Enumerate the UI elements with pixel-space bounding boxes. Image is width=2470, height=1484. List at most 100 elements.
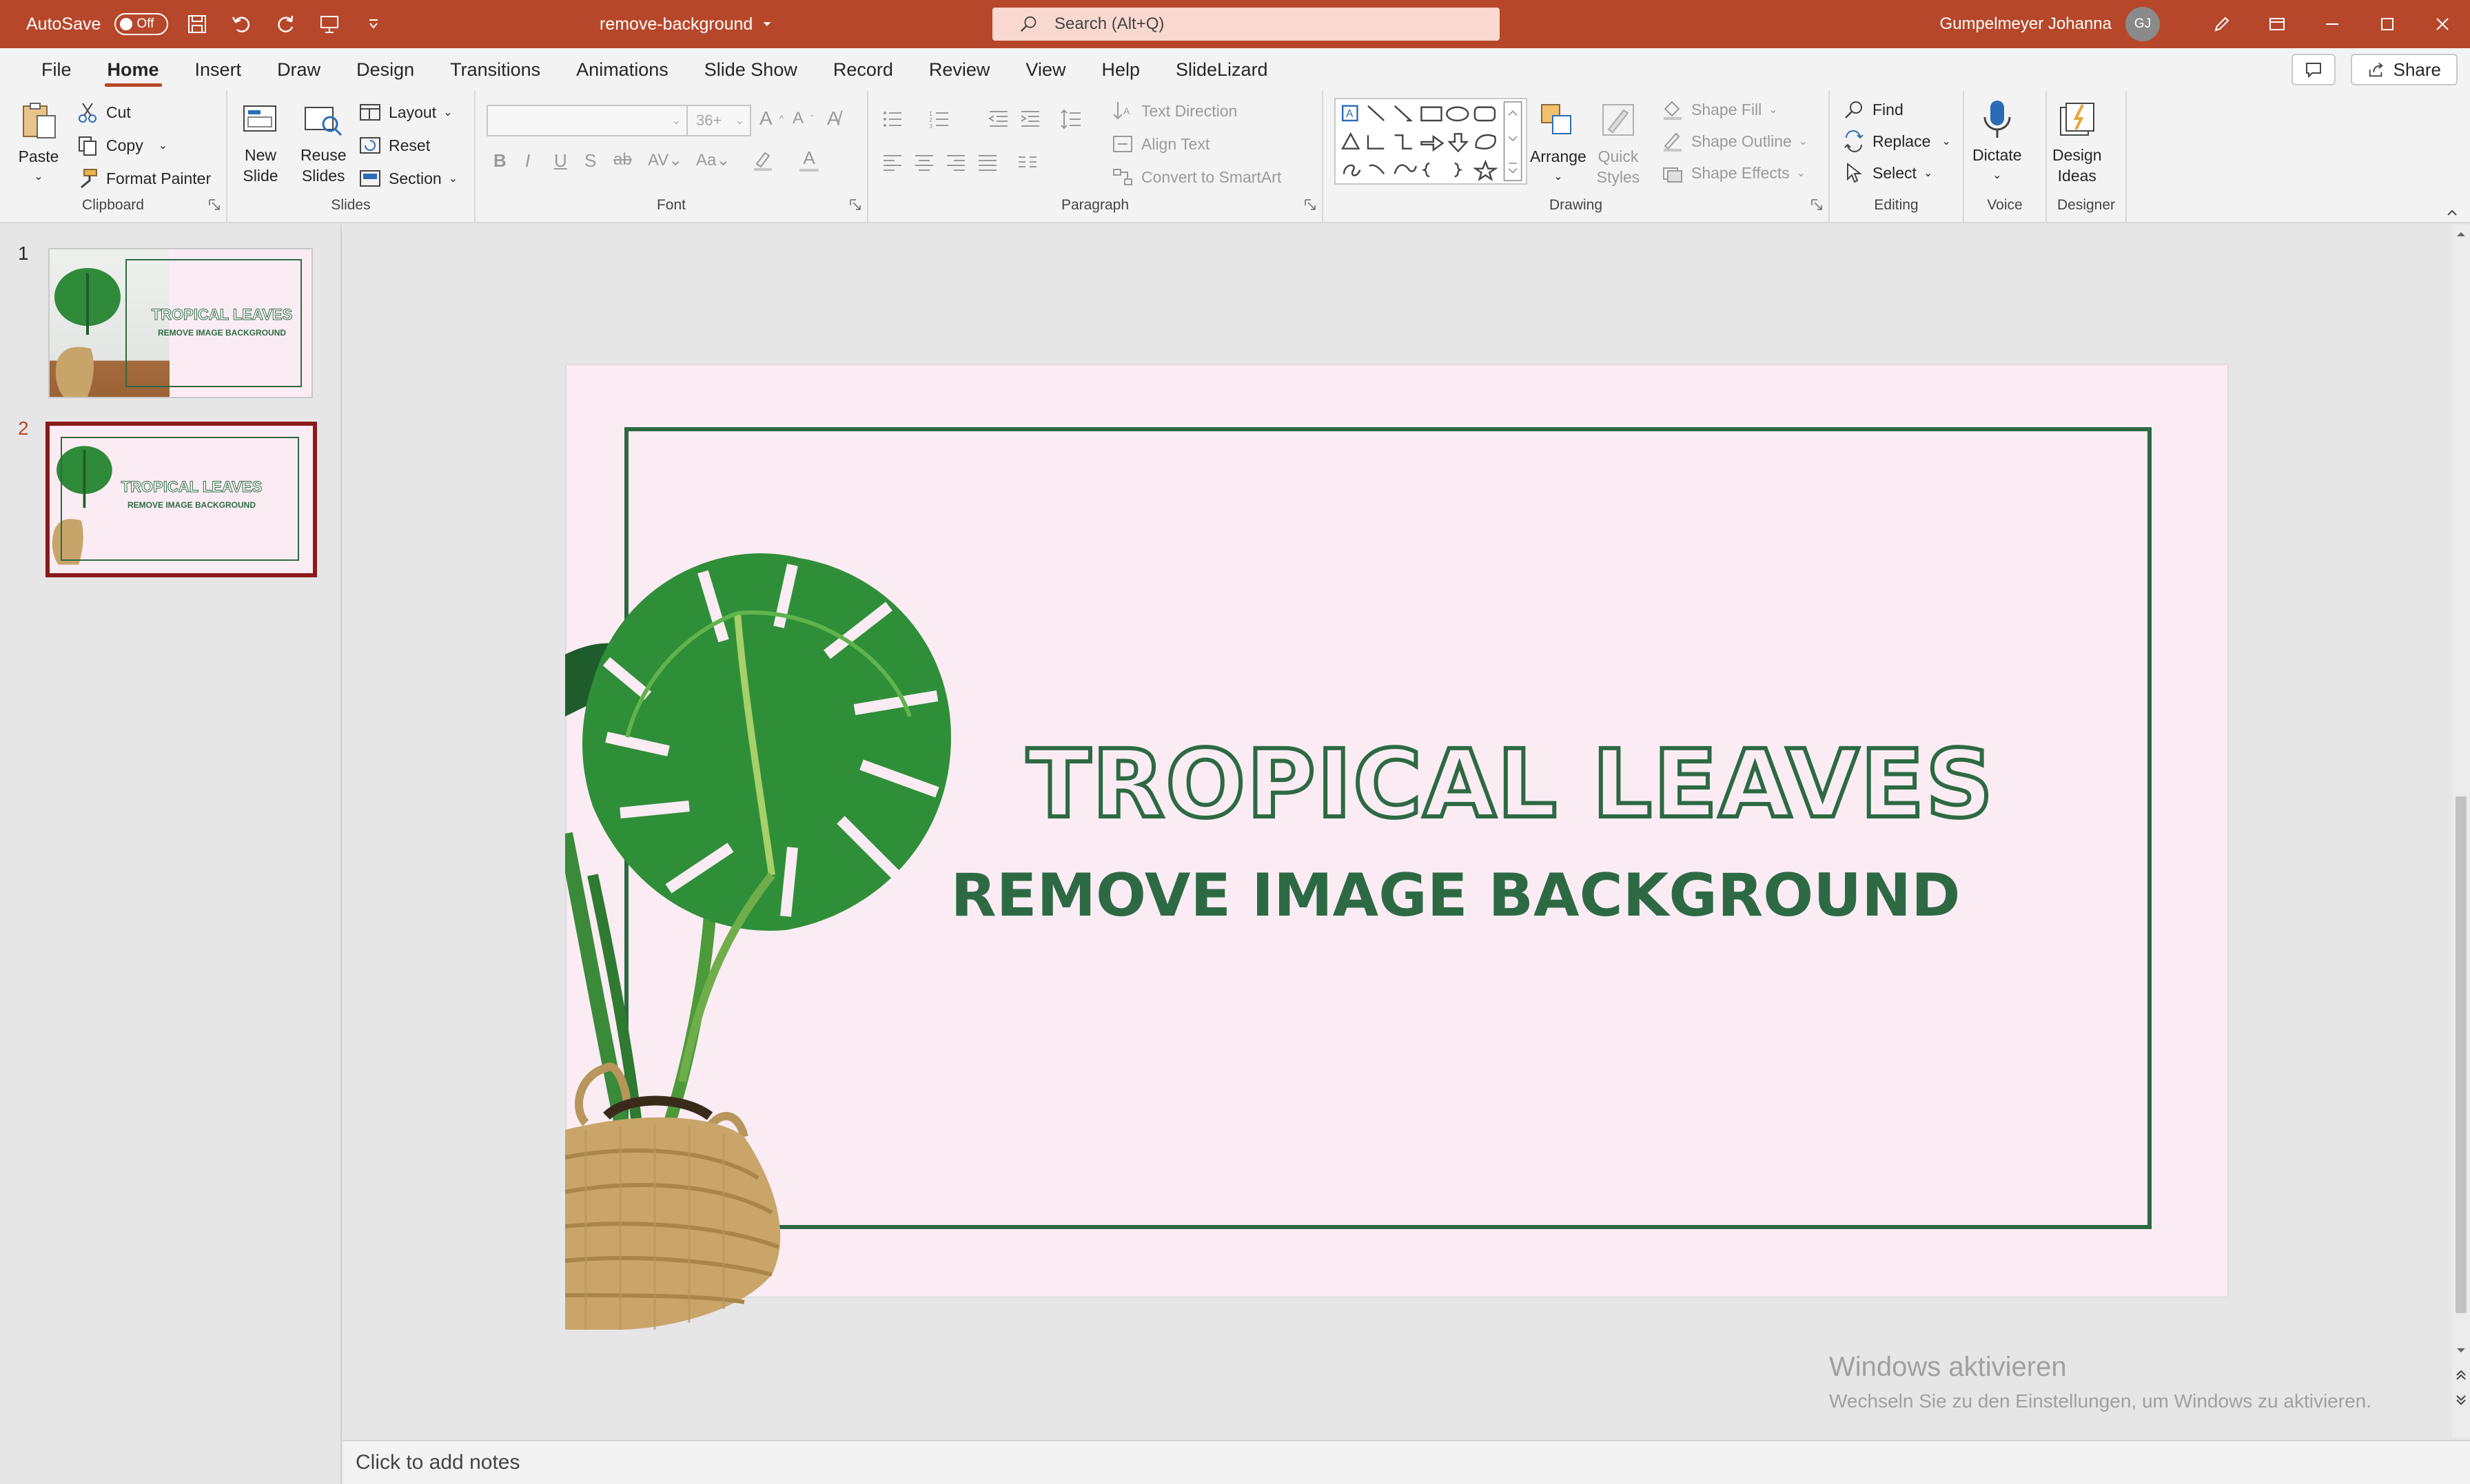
tab-review[interactable]: Review <box>911 48 1008 91</box>
collapse-ribbon-icon[interactable] <box>2445 205 2459 219</box>
maximize-icon[interactable] <box>2360 0 2415 48</box>
notes-pane[interactable]: Click to add notes <box>343 1440 2470 1484</box>
toggle-knob <box>120 18 133 30</box>
shape-outline-button[interactable]: Shape Outline ⌄ <box>1661 130 1808 153</box>
dialog-launcher-icon[interactable] <box>208 198 221 211</box>
replace-button[interactable]: Replace ⌄ <box>1842 130 1951 153</box>
justify-icon[interactable] <box>976 150 999 174</box>
minimize-icon[interactable] <box>2305 0 2360 48</box>
dialog-launcher-icon[interactable] <box>849 198 861 211</box>
clear-formatting-icon[interactable]: A̸ <box>827 107 840 130</box>
search-input[interactable]: Search (Alt+Q) <box>992 8 1500 41</box>
align-right-icon[interactable] <box>944 150 968 174</box>
dialog-launcher-icon[interactable] <box>1304 198 1316 211</box>
tab-home[interactable]: Home <box>90 48 177 91</box>
new-slide-button[interactable]: New Slide <box>238 98 283 186</box>
monstera-plant-image[interactable] <box>565 489 1034 1330</box>
tab-design[interactable]: Design <box>338 48 432 91</box>
dictate-button[interactable]: Dictate ⌄ <box>1972 98 2022 186</box>
tab-file[interactable]: File <box>23 48 90 91</box>
slide-subtitle[interactable]: REMOVE IMAGE BACKGROUND <box>884 861 2028 930</box>
section-button[interactable]: Section ⌄ <box>358 167 458 190</box>
font-color-icon[interactable]: A <box>799 147 819 172</box>
dialog-launcher-icon[interactable] <box>1810 198 1823 211</box>
columns-icon[interactable] <box>1016 150 1039 174</box>
design-ideas-button[interactable]: Design Ideas <box>2052 98 2102 186</box>
increase-font-icon[interactable]: A ^ <box>759 107 784 130</box>
pen-icon[interactable] <box>2194 0 2249 48</box>
tab-draw[interactable]: Draw <box>259 48 338 91</box>
close-icon[interactable] <box>2415 0 2470 48</box>
shape-fill-button[interactable]: Shape Fill ⌄ <box>1661 98 1778 121</box>
highlight-icon[interactable] <box>751 149 775 172</box>
scroll-up-icon[interactable] <box>2454 227 2468 241</box>
align-left-icon[interactable] <box>881 150 904 174</box>
tab-transitions[interactable]: Transitions <box>432 48 558 91</box>
numbering-icon[interactable]: 123 <box>928 107 951 131</box>
align-text-button[interactable]: Align Text <box>1111 132 1210 156</box>
comments-button[interactable] <box>2291 54 2336 85</box>
scroll-down-icon[interactable] <box>2454 1343 2468 1357</box>
user-name[interactable]: Gumpelmeyer Johanna <box>1940 14 2112 34</box>
undo-icon[interactable] <box>226 9 256 39</box>
copy-button[interactable]: Copy ⌄ <box>76 134 167 157</box>
previous-slide-icon[interactable] <box>2454 1368 2468 1382</box>
shape-effects-button[interactable]: Shape Effects ⌄ <box>1661 161 1806 185</box>
slide-thumbnail-1[interactable]: TROPICAL LEAVES REMOVE IMAGE BACKGROUND <box>48 248 313 398</box>
arrange-button[interactable]: Arrange ⌄ <box>1530 99 1586 187</box>
save-icon[interactable] <box>182 9 212 39</box>
decrease-font-icon[interactable]: Aˇ <box>793 109 814 128</box>
tab-view[interactable]: View <box>1008 48 1083 91</box>
customize-qat-icon[interactable] <box>358 9 389 39</box>
tab-insert[interactable]: Insert <box>177 48 260 91</box>
cut-button[interactable]: Cut <box>76 101 131 124</box>
slide-canvas[interactable]: TROPICAL LEAVES REMOVE IMAGE BACKGROUND <box>565 365 2227 1330</box>
format-painter-label: Format Painter <box>106 169 212 187</box>
tab-animations[interactable]: Animations <box>558 48 686 91</box>
text-direction-button[interactable]: A Text Direction <box>1111 99 1237 123</box>
autosave-toggle[interactable]: Off <box>114 13 169 35</box>
ribbon-display-icon[interactable] <box>2249 0 2305 48</box>
tab-slide-show[interactable]: Slide Show <box>686 48 815 91</box>
scrollbar-thumb[interactable] <box>2456 796 2467 1313</box>
paste-button[interactable]: Paste ⌄ <box>17 99 61 187</box>
bullets-icon[interactable] <box>881 107 904 131</box>
increase-indent-icon[interactable] <box>1019 107 1042 131</box>
reset-button[interactable]: Reset <box>358 134 430 157</box>
share-button[interactable]: Share <box>2350 54 2458 85</box>
avatar[interactable]: GJ <box>2125 7 2160 41</box>
slide-thumbnail-2[interactable]: TROPICAL LEAVES REMOVE IMAGE BACKGROUND <box>45 422 317 577</box>
present-icon[interactable] <box>314 9 345 39</box>
reuse-slides-button[interactable]: Reuse Slides <box>300 98 346 186</box>
line-spacing-icon[interactable] <box>1060 107 1083 131</box>
strikethrough-icon[interactable]: ab <box>613 150 632 169</box>
vertical-scrollbar[interactable] <box>2452 225 2470 1437</box>
shadow-icon[interactable]: S <box>584 150 596 172</box>
document-title[interactable]: remove-background <box>600 0 773 48</box>
font-name-combo[interactable]: ⌄ <box>487 105 689 136</box>
next-slide-icon[interactable] <box>2454 1393 2468 1407</box>
format-painter-button[interactable]: Format Painter <box>76 167 211 190</box>
slide-title[interactable]: TROPICAL LEAVES <box>1008 728 2014 841</box>
select-button[interactable]: Select ⌄ <box>1842 161 1932 185</box>
quick-styles-button[interactable]: Quick Styles <box>1596 99 1640 187</box>
tab-slidelizard[interactable]: SlideLizard <box>1158 48 1286 91</box>
tab-record[interactable]: Record <box>815 48 911 91</box>
activation-watermark-title: Windows aktivieren <box>1829 1352 2067 1382</box>
change-case-icon[interactable]: Aa⌄ <box>696 150 730 170</box>
decrease-indent-icon[interactable] <box>987 107 1010 131</box>
underline-icon[interactable]: U <box>554 150 567 172</box>
tab-help[interactable]: Help <box>1083 48 1158 91</box>
italic-icon[interactable]: I <box>525 150 530 172</box>
align-center-icon[interactable] <box>912 150 936 174</box>
layout-button[interactable]: Layout ⌄ <box>358 101 452 124</box>
redo-icon[interactable] <box>270 9 300 39</box>
shapes-gallery[interactable]: A <box>1334 98 1527 185</box>
bold-icon[interactable]: B <box>493 150 507 172</box>
find-button[interactable]: Find <box>1842 98 1903 121</box>
ribbon: Paste ⌄ Cut Copy ⌄ Format Painter Clipbo… <box>0 91 2470 223</box>
convert-smartart-button[interactable]: Convert to SmartArt <box>1111 165 1281 189</box>
character-spacing-icon[interactable]: AV⌄ <box>648 150 682 170</box>
font-size-combo[interactable]: 36+ ⌄ <box>686 105 751 136</box>
clipboard-group-label: Clipboard <box>82 197 144 213</box>
